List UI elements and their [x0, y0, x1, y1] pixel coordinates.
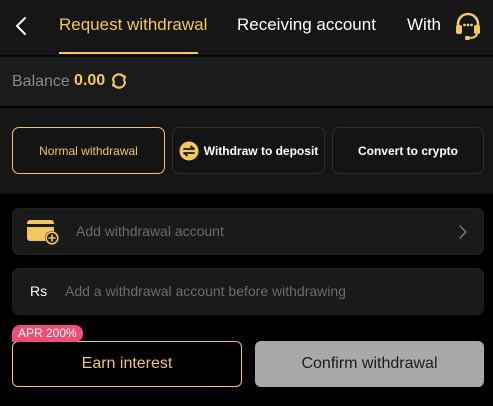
balance-value: 0.00 — [74, 72, 106, 89]
top-bar: Request withdrawal Receiving account Wit… — [0, 0, 493, 55]
option-label: Convert to crypto — [357, 143, 458, 158]
currency-symbol: Rs — [30, 283, 48, 299]
apr-badge: APR 200% — [12, 325, 83, 342]
tab-withdrawal-record[interactable]: With — [407, 15, 441, 35]
confirm-withdrawal-button[interactable]: Confirm withdrawal — [255, 341, 484, 387]
withdrawal-account-selector[interactable]: Add withdrawal account — [12, 208, 484, 255]
option-convert-to-crypto[interactable]: Convert to crypto — [332, 127, 484, 174]
customer-service-button[interactable] — [452, 10, 484, 42]
wallet-add-icon — [27, 220, 59, 245]
swap-icon — [179, 141, 199, 160]
chevron-left-icon — [16, 17, 26, 35]
option-label: Normal withdrawal — [39, 143, 138, 158]
refresh-icon — [111, 73, 127, 89]
tab-request-withdrawal[interactable]: Request withdrawal — [59, 15, 207, 35]
option-label: Withdraw to deposit — [203, 143, 319, 158]
earn-interest-button[interactable]: Earn interest — [12, 341, 242, 387]
option-withdraw-to-deposit[interactable]: Withdraw to deposit — [172, 127, 325, 174]
balance-row: Balance 0.00 — [0, 56, 493, 106]
confirm-withdrawal-label: Confirm withdrawal — [301, 355, 438, 372]
chevron-right-icon — [459, 225, 467, 239]
amount-placeholder: Add a withdrawal account before withdraw… — [65, 283, 346, 299]
tab-receiving-account[interactable]: Receiving account — [237, 15, 376, 35]
active-tab-indicator — [59, 52, 198, 54]
earn-interest-label: Earn interest — [81, 355, 173, 372]
withdrawal-account-placeholder: Add withdrawal account — [76, 223, 224, 239]
headset-icon — [456, 12, 480, 40]
option-normal-withdrawal[interactable]: Normal withdrawal — [12, 127, 165, 174]
back-button[interactable] — [10, 12, 32, 40]
balance-label: Balance — [12, 73, 70, 90]
refresh-balance-button[interactable] — [110, 72, 128, 90]
withdrawal-methods: Normal withdrawal Withdraw to deposit Co… — [0, 108, 493, 194]
withdrawal-amount-field[interactable]: Rs Add a withdrawal account before withd… — [12, 268, 484, 315]
